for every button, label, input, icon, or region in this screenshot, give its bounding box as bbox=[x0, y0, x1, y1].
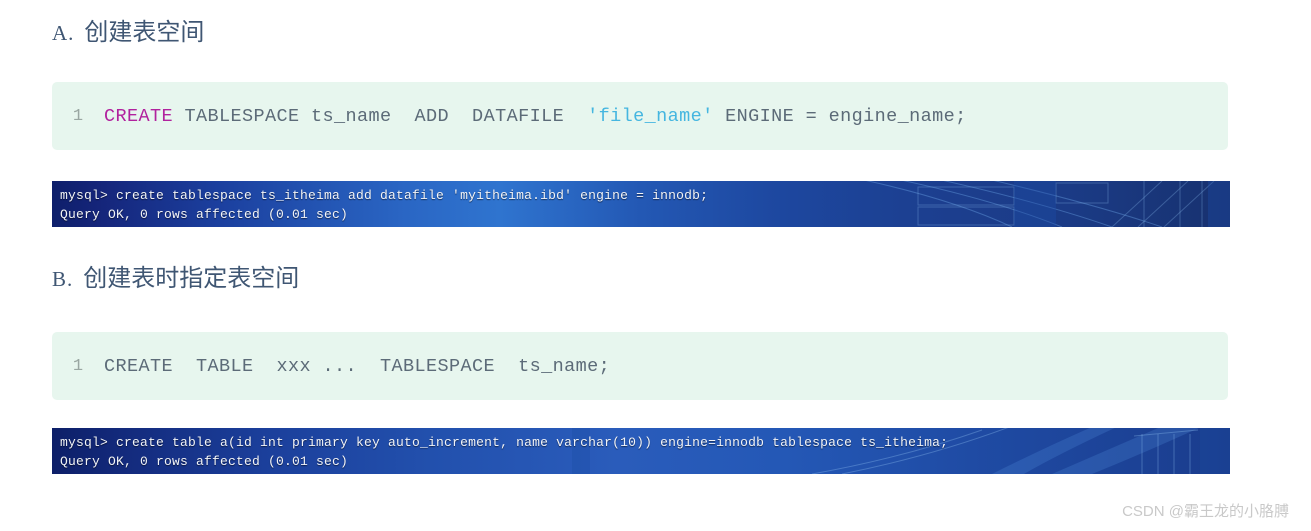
section-heading-a: A. 创建表空间 bbox=[52, 12, 204, 47]
section-title-b: 创建表时指定表空间 bbox=[83, 265, 300, 292]
section-marker-a: A. bbox=[52, 21, 75, 45]
section-marker-b: B. bbox=[52, 267, 74, 291]
code-line-number: 1 bbox=[72, 106, 84, 126]
terminal-output-create-tablespace: mysql> create tablespace ts_itheima add … bbox=[52, 181, 1230, 227]
code-token-keyword: CREATE bbox=[104, 105, 174, 127]
code-line-content: CREATE TABLE xxx ... TABLESPACE ts_name; bbox=[104, 356, 610, 377]
code-line-number: 1 bbox=[72, 356, 84, 376]
section-title-a: 创建表空间 bbox=[84, 19, 205, 46]
code-block-create-table-tablespace: 1 CREATE TABLE xxx ... TABLESPACE ts_nam… bbox=[52, 332, 1228, 400]
code-token-plain: TABLESPACE ts_name ADD DATAFILE bbox=[173, 105, 588, 127]
terminal-command-line: mysql> create table a(id int primary key… bbox=[60, 435, 949, 450]
terminal-text: mysql> create table a(id int primary key… bbox=[52, 428, 1230, 471]
terminal-command-line: mysql> create tablespace ts_itheima add … bbox=[60, 188, 709, 203]
terminal-output-create-table: mysql> create table a(id int primary key… bbox=[52, 428, 1230, 474]
code-block-create-tablespace: 1 CREATE TABLESPACE ts_name ADD DATAFILE… bbox=[52, 82, 1228, 150]
terminal-text: mysql> create tablespace ts_itheima add … bbox=[52, 181, 1230, 224]
code-token-plain: CREATE TABLE xxx ... TABLESPACE ts_name; bbox=[104, 355, 611, 377]
code-line-content: CREATE TABLESPACE ts_name ADD DATAFILE '… bbox=[104, 106, 967, 127]
code-token-string: 'file_name' bbox=[587, 105, 714, 127]
terminal-result-line: Query OK, 0 rows affected (0.01 sec) bbox=[60, 454, 349, 469]
terminal-result-line: Query OK, 0 rows affected (0.01 sec) bbox=[60, 207, 349, 222]
code-token-plain-tail: ENGINE = engine_name; bbox=[713, 105, 967, 127]
section-heading-b: B. 创建表时指定表空间 bbox=[52, 258, 299, 293]
csdn-watermark: CSDN @霸王龙的小胳膊 bbox=[1122, 503, 1289, 520]
